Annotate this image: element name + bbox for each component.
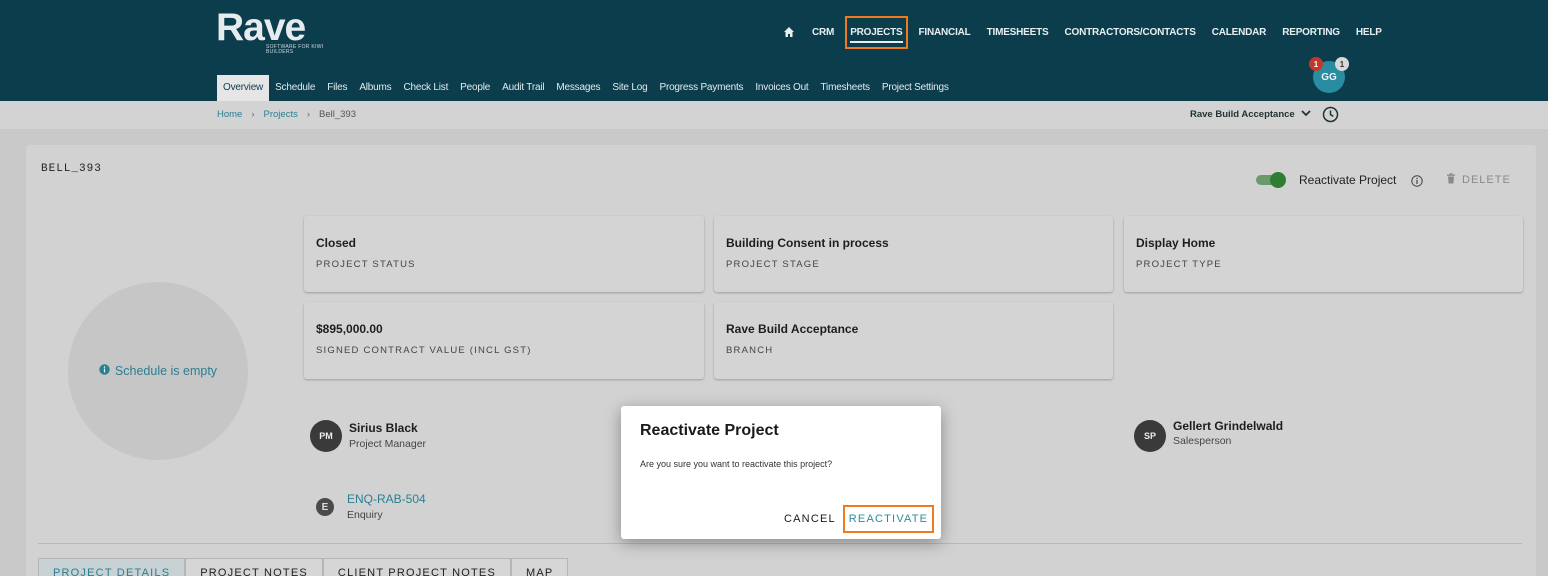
reactivate-dialog: Reactivate Project Are you sure you want…	[621, 406, 941, 539]
cancel-button[interactable]: CANCEL	[778, 509, 842, 529]
reactivate-button[interactable]: REACTIVATE	[843, 505, 934, 533]
dialog-title: Reactivate Project	[640, 422, 779, 439]
dialog-message: Are you sure you want to reactivate this…	[640, 459, 833, 469]
